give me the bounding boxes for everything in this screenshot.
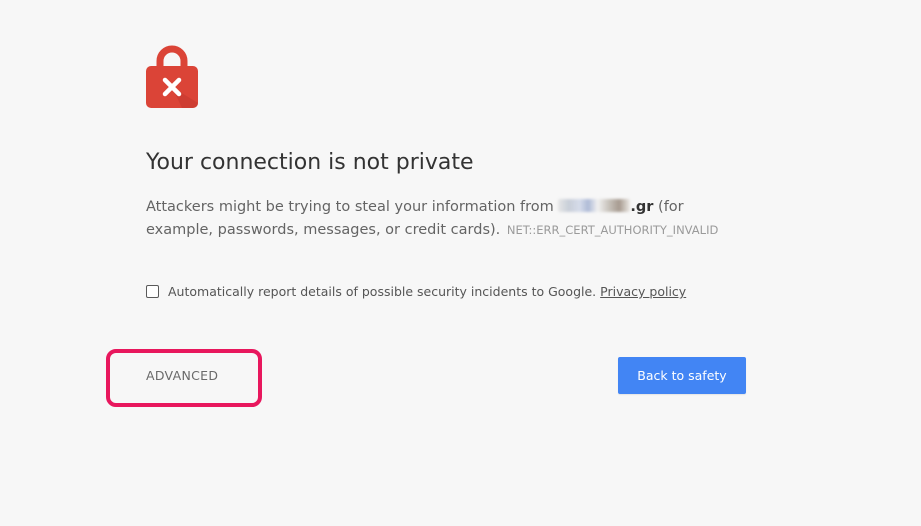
report-checkbox[interactable] bbox=[146, 285, 159, 298]
lock-error-icon bbox=[146, 45, 198, 108]
domain-suffix: .gr bbox=[630, 199, 654, 215]
error-code: NET::ERR_CERT_AUTHORITY_INVALID bbox=[506, 223, 719, 237]
domain-name: .gr bbox=[558, 196, 653, 219]
report-option: Automatically report details of possible… bbox=[146, 284, 686, 299]
privacy-error-page: Your connection is not private Attackers… bbox=[0, 0, 921, 526]
page-title: Your connection is not private bbox=[146, 150, 474, 175]
error-message: Attackers might be trying to steal your … bbox=[146, 196, 746, 242]
privacy-policy-link[interactable]: Privacy policy bbox=[600, 284, 686, 299]
report-label: Automatically report details of possible… bbox=[168, 284, 597, 299]
redacted-domain bbox=[558, 199, 631, 212]
back-to-safety-button[interactable]: Back to safety bbox=[618, 357, 746, 394]
advanced-button[interactable]: ADVANCED bbox=[146, 368, 218, 383]
message-prefix: Attackers might be trying to steal your … bbox=[146, 199, 554, 215]
